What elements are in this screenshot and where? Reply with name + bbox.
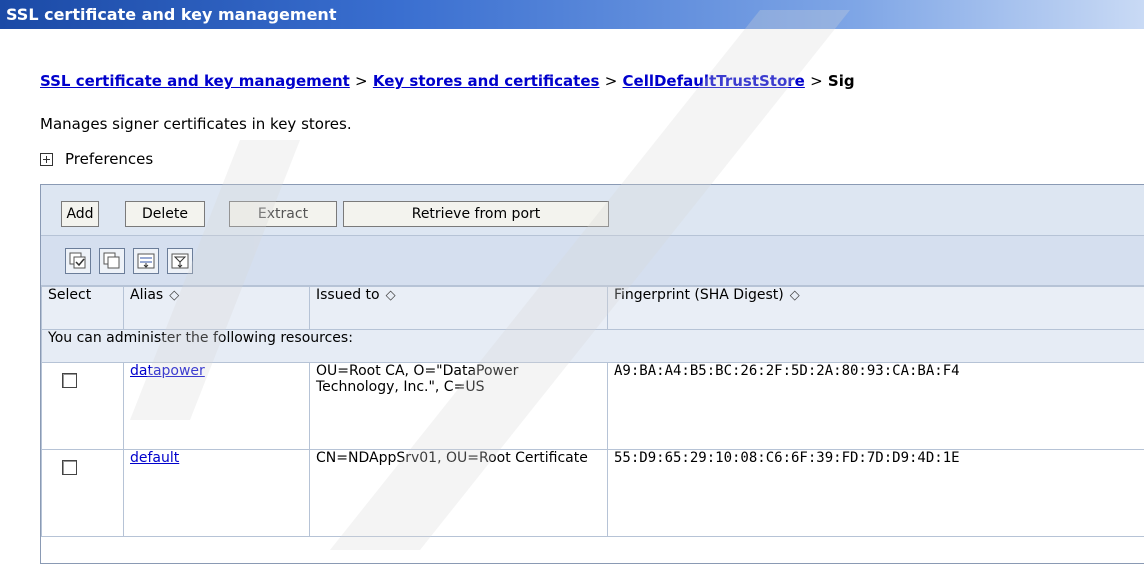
row-select-checkbox[interactable] — [62, 373, 77, 388]
table-row: default CN=NDAppSrv01, OU=Root Certifica… — [42, 450, 1144, 537]
delete-button[interactable]: Delete — [125, 201, 205, 227]
select-all-icon[interactable] — [65, 248, 91, 274]
deselect-all-icon[interactable] — [99, 248, 125, 274]
alias-column-header[interactable]: Alias◇ — [124, 287, 310, 330]
table-header-row: Select Alias◇ Issued to◇ Fingerprint (SH… — [42, 287, 1144, 330]
issued-to-cell: OU=Root CA, O="DataPower Technology, Inc… — [310, 363, 608, 450]
show-filter-icon[interactable] — [133, 248, 159, 274]
resource-note: You can administer the following resourc… — [42, 330, 1144, 363]
retrieve-from-port-button[interactable]: Retrieve from port — [343, 201, 609, 227]
expand-icon[interactable] — [40, 153, 53, 166]
sort-arrows-icon[interactable]: ◇ — [386, 288, 396, 303]
window-title: SSL certificate and key management — [0, 0, 1144, 29]
breadcrumb-key-stores[interactable]: Key stores and certificates — [373, 72, 600, 90]
select-column-header: Select — [42, 287, 124, 330]
signer-certificates-panel: Add Delete Extract Retrieve from port Se… — [40, 184, 1144, 564]
sort-arrows-icon[interactable]: ◇ — [790, 288, 800, 303]
alias-link[interactable]: default — [130, 450, 179, 466]
breadcrumb-trust-store[interactable]: CellDefaultTrustStore — [623, 72, 805, 90]
preferences-toggle[interactable]: Preferences — [40, 150, 153, 168]
table-row: datapower OU=Root CA, O="DataPower Techn… — [42, 363, 1144, 450]
sort-arrows-icon[interactable]: ◇ — [169, 288, 179, 303]
clear-filter-icon[interactable] — [167, 248, 193, 274]
breadcrumb-separator: > — [810, 72, 823, 90]
breadcrumb-current: Sig — [828, 72, 855, 90]
breadcrumb-separator: > — [605, 72, 618, 90]
row-select-checkbox[interactable] — [62, 460, 77, 475]
fingerprint-column-header[interactable]: Fingerprint (SHA Digest)◇ — [608, 287, 1144, 330]
issued-to-cell: CN=NDAppSrv01, OU=Root Certificate — [310, 450, 608, 537]
table-icon-toolbar — [41, 236, 1144, 286]
alias-link[interactable]: datapower — [130, 363, 205, 379]
fingerprint-cell: A9:BA:A4:B5:BC:26:2F:5D:2A:80:93:CA:BA:F… — [608, 363, 1144, 450]
preferences-label: Preferences — [65, 150, 153, 168]
page-description: Manages signer certificates in key store… — [40, 115, 352, 133]
signer-certificates-table: Select Alias◇ Issued to◇ Fingerprint (SH… — [41, 286, 1144, 537]
fingerprint-cell: 55:D9:65:29:10:08:C6:6F:39:FD:7D:D9:4D:1… — [608, 450, 1144, 537]
extract-button[interactable]: Extract — [229, 201, 337, 227]
action-toolbar: Add Delete Extract Retrieve from port — [41, 185, 1144, 236]
breadcrumb: SSL certificate and key management > Key… — [40, 72, 855, 90]
issued-to-column-header[interactable]: Issued to◇ — [310, 287, 608, 330]
breadcrumb-separator: > — [355, 72, 368, 90]
add-button[interactable]: Add — [61, 201, 99, 227]
resource-note-row: You can administer the following resourc… — [42, 330, 1144, 363]
breadcrumb-ssl-management[interactable]: SSL certificate and key management — [40, 72, 350, 90]
